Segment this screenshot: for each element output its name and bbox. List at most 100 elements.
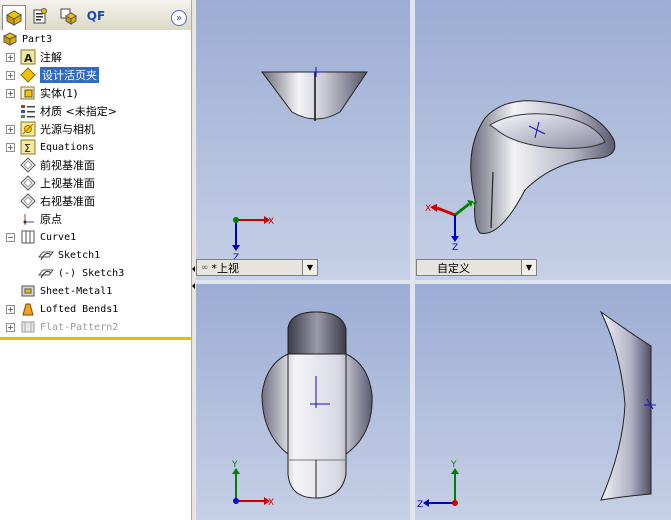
expand-toggle[interactable]: +: [6, 323, 15, 332]
svg-text:X: X: [425, 204, 431, 214]
axis-triad-icon: X Y Z: [425, 200, 478, 253]
svg-text:Y: Y: [231, 460, 238, 470]
tree-item-label: 上视基准面: [40, 177, 95, 190]
tree-item-part[interactable]: Part3: [2, 30, 52, 48]
view-name-label: 自定义: [437, 261, 470, 275]
svg-text:Y: Y: [471, 201, 478, 211]
annotations-icon: A: [20, 49, 36, 65]
material-icon: [20, 103, 36, 119]
tree-item-label: 注解: [40, 51, 62, 64]
feature-tree-icon: [5, 10, 23, 26]
collapse-panel-button[interactable]: »: [171, 10, 187, 26]
tree-item-origin[interactable]: 原点: [20, 210, 62, 228]
chevron-down-icon: ▼: [521, 260, 536, 275]
origin-icon: [20, 211, 36, 227]
svg-text:A: A: [24, 52, 33, 65]
svg-text:Z: Z: [452, 243, 458, 253]
tab-feature-tree[interactable]: [2, 5, 26, 31]
svg-text:Z: Z: [417, 500, 423, 510]
expand-toggle[interactable]: +: [6, 143, 15, 152]
tab-property-manager[interactable]: [28, 4, 52, 28]
tree-item-equations[interactable]: Σ Equations: [20, 138, 94, 156]
tree-item-label: 原点: [40, 213, 62, 226]
curve-icon: [20, 229, 36, 245]
tree-item-sketch1[interactable]: Sketch1: [38, 246, 100, 264]
svg-text:X: X: [268, 498, 274, 508]
svg-text:X: X: [268, 217, 274, 227]
svg-text:Y: Y: [450, 460, 457, 470]
tree-item-label: Curve1: [40, 231, 77, 243]
tree-item-design-binder[interactable]: 设计活页夹: [20, 66, 99, 84]
chevron-down-icon: ▼: [302, 260, 317, 275]
tree-item-label: 设计活页夹: [40, 67, 99, 83]
collapse-toggle[interactable]: −: [6, 233, 15, 242]
model-front-view: Y X: [231, 311, 373, 508]
tree-item-label: 实体(1): [40, 87, 78, 100]
tree-item-label: 光源与相机: [40, 123, 95, 136]
tree-item-label: Lofted Bends1: [40, 303, 119, 315]
property-manager-icon: [33, 8, 47, 24]
tree-item-right-plane[interactable]: 右视基准面: [20, 192, 95, 210]
plane-icon: [20, 193, 36, 209]
tab-configuration-manager[interactable]: [56, 4, 80, 28]
lights-cameras-icon: [20, 121, 36, 137]
view-link-icon: ∞: [201, 262, 209, 273]
viewport-front-view[interactable]: Y X: [196, 284, 410, 520]
tree-item-label: 前视基准面: [40, 159, 95, 172]
tree-item-flat-pattern[interactable]: Flat-Pattern2: [20, 318, 118, 336]
tree-item-label: 右视基准面: [40, 195, 95, 208]
feature-manager-panel: QF » Part3 + A 注解 + 设计活页夹 + 实体(1) 材质 <未指…: [0, 0, 191, 520]
tree-item-label: 材质 <未指定>: [40, 105, 117, 118]
tree-item-label: (-) Sketch3: [58, 267, 125, 279]
view-name-label: *上视: [211, 261, 240, 275]
feature-manager-tabbar: QF »: [0, 0, 191, 31]
sheet-metal-icon: [20, 283, 36, 299]
expand-toggle[interactable]: +: [6, 53, 15, 62]
tree-item-label: Sheet-Metal1: [40, 285, 113, 297]
tree-item-label: Sketch1: [58, 249, 101, 261]
model-top-view: X Z: [232, 67, 368, 263]
tree-item-label: Part3: [22, 33, 53, 45]
part-icon: [2, 31, 18, 47]
configuration-manager-icon: [60, 8, 77, 25]
plane-icon: [20, 157, 36, 173]
viewport-top-view[interactable]: X Z ∞ *上视 ▼: [196, 0, 410, 280]
tree-item-label: Flat-Pattern2: [40, 321, 119, 333]
expand-toggle[interactable]: +: [6, 89, 15, 98]
equations-icon: Σ: [20, 139, 36, 155]
view-name-dropdown[interactable]: 自定义 ▼: [416, 259, 537, 276]
view-name-dropdown[interactable]: ∞ *上视 ▼: [196, 259, 318, 276]
expand-toggle[interactable]: +: [6, 125, 15, 134]
lofted-bends-icon: [20, 301, 36, 317]
design-binder-icon: [20, 67, 36, 83]
tree-item-solid-bodies[interactable]: 实体(1): [20, 84, 78, 102]
svg-text:Σ: Σ: [24, 142, 31, 155]
expand-toggle[interactable]: +: [6, 71, 15, 80]
plane-icon: [20, 175, 36, 191]
tab-qf[interactable]: QF: [84, 4, 108, 28]
splitter-arrow-icon[interactable]: [192, 266, 195, 272]
model-custom-view: X Y Z: [425, 100, 616, 253]
axis-triad-icon: Y X: [231, 460, 274, 508]
panel-splitter[interactable]: [191, 0, 195, 520]
tree-item-sketch3[interactable]: (-) Sketch3: [38, 264, 124, 282]
tree-item-front-plane[interactable]: 前视基准面: [20, 156, 95, 174]
sketch-icon: [38, 265, 54, 281]
tree-item-curve[interactable]: Curve1: [20, 228, 76, 246]
model-right-view: Y Z: [417, 310, 656, 510]
tree-item-top-plane[interactable]: 上视基准面: [20, 174, 95, 192]
viewport-right-view[interactable]: Y Z: [415, 284, 671, 520]
feature-tree: Part3 + A 注解 + 设计活页夹 + 实体(1) 材质 <未指定> + …: [0, 30, 191, 336]
tree-item-lofted-bends[interactable]: Lofted Bends1: [20, 300, 118, 318]
tree-item-sheet-metal[interactable]: Sheet-Metal1: [20, 282, 112, 300]
panel-empty-area: [0, 340, 191, 520]
tree-item-lights-cameras[interactable]: 光源与相机: [20, 120, 95, 138]
viewport-custom-view[interactable]: X Y Z 自定义 ▼: [415, 0, 671, 280]
flat-pattern-icon: [20, 319, 36, 335]
axis-triad-icon: X Z: [232, 216, 274, 263]
tree-item-label: Equations: [40, 141, 95, 153]
expand-toggle[interactable]: +: [6, 305, 15, 314]
splitter-arrow-icon[interactable]: [192, 283, 195, 289]
tree-item-material[interactable]: 材质 <未指定>: [20, 102, 117, 120]
tree-item-annotations[interactable]: A 注解: [20, 48, 62, 66]
